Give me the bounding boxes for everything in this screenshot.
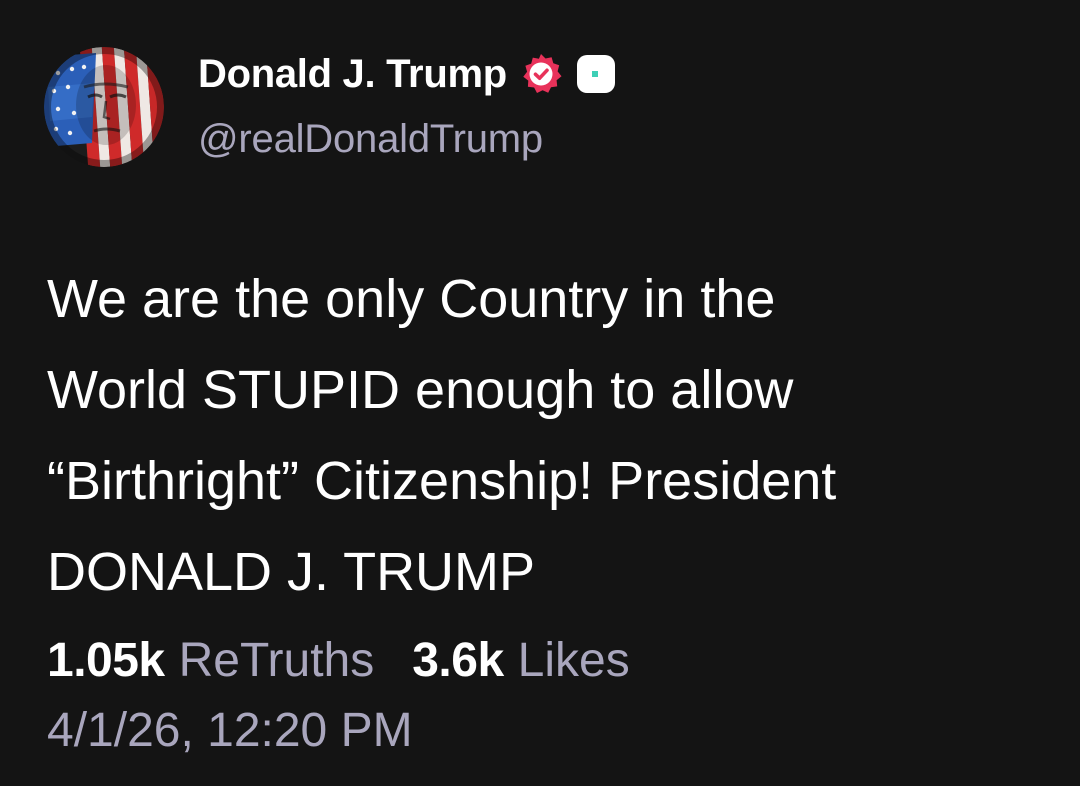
post-body-line: World STUPID enough to allow — [47, 360, 794, 420]
post-timestamp: 4/1/26, 12:20 PM — [47, 704, 413, 757]
author-display-name[interactable]: Donald J. Trump — [198, 52, 507, 97]
truth-post: Donald J. Trump @realDonaldTrump We are … — [0, 0, 1080, 786]
likes-count: 3.6k — [412, 634, 504, 687]
post-body-line: DONALD J. TRUMP — [47, 542, 536, 602]
post-body: We are the only Country in the World STU… — [47, 254, 1047, 618]
likes-label: Likes — [517, 634, 630, 687]
retruths-stat[interactable]: 1.05k ReTruths — [47, 633, 374, 688]
post-stats: 1.05k ReTruths 3.6k Likes — [47, 633, 630, 688]
author-handle[interactable]: @realDonaldTrump — [198, 117, 543, 162]
post-body-line: “Birthright” Citizenship! President — [47, 451, 837, 511]
likes-stat[interactable]: 3.6k Likes — [412, 633, 629, 688]
post-body-line: We are the only Country in the — [47, 269, 776, 329]
retruths-count: 1.05k — [47, 634, 165, 687]
author-name-row: Donald J. Trump — [198, 50, 617, 98]
flag-face-avatar — [44, 47, 164, 167]
retruths-label: ReTruths — [178, 634, 375, 687]
app-badge-icon — [576, 55, 615, 93]
author-avatar[interactable] — [44, 47, 164, 167]
verified-badge-icon — [523, 54, 562, 93]
